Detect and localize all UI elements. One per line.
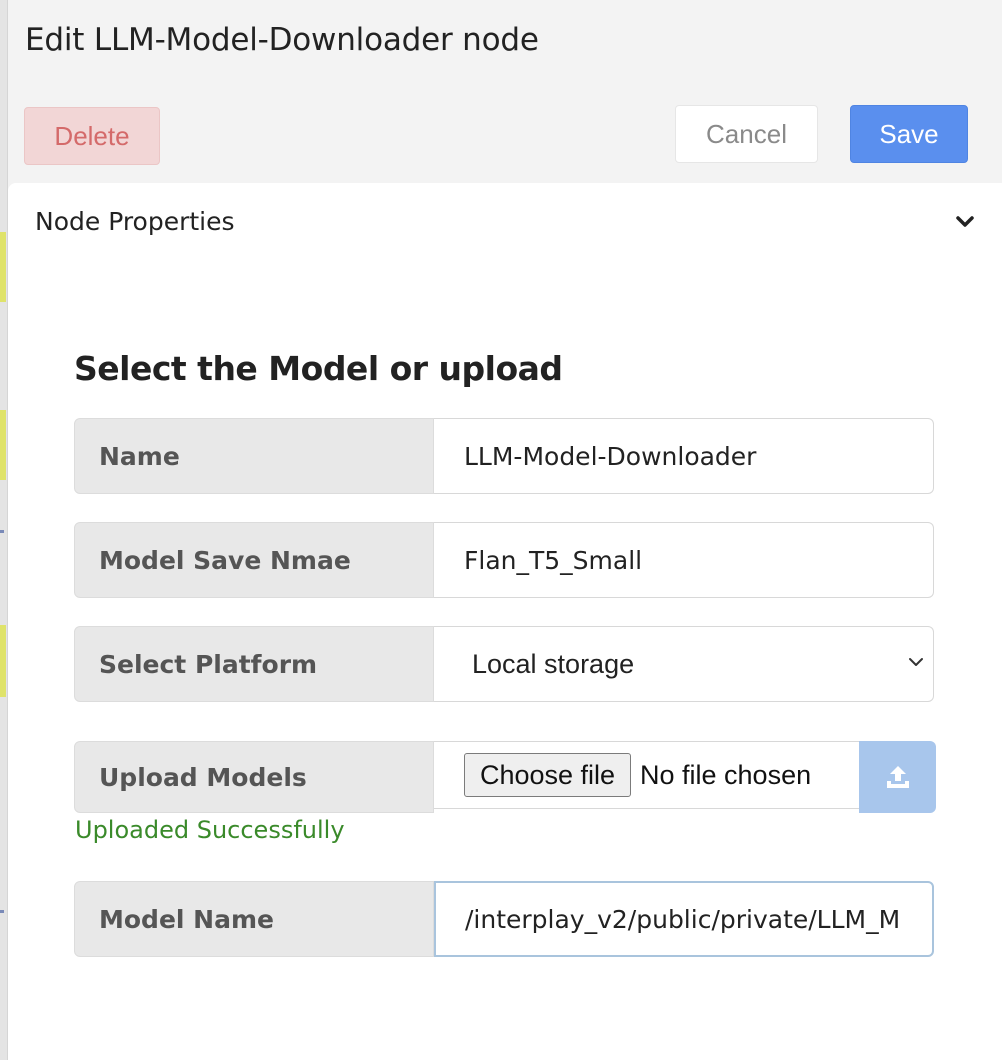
delete-button[interactable]: Delete (24, 107, 160, 165)
canvas-node-marker (0, 232, 6, 302)
upload-icon (886, 766, 909, 788)
chevron-down-icon[interactable] (954, 213, 976, 231)
canvas-node-marker (0, 625, 6, 697)
platform-selected-value: Local storage (472, 648, 635, 679)
dialog-header: Edit LLM-Model-Downloader node Delete Ca… (8, 0, 1002, 183)
name-input[interactable]: LLM-Model-Downloader (434, 418, 934, 494)
background-canvas-strip (0, 0, 8, 1060)
upload-status-message: Uploaded Successfully (75, 816, 345, 844)
form-heading: Select the Model or upload (74, 349, 563, 388)
name-label: Name (74, 418, 434, 494)
platform-label: Select Platform (74, 626, 434, 702)
name-row: Name LLM-Model-Downloader (74, 418, 934, 494)
section-title[interactable]: Node Properties (35, 207, 235, 236)
dialog-title: Edit LLM-Model-Downloader node (25, 22, 539, 58)
canvas-connector-dot (0, 530, 4, 533)
dialog-body: Node Properties Select the Model or uplo… (8, 183, 1002, 1060)
upload-models-row: Upload Models Choose file No file chosen (74, 741, 936, 813)
platform-row: Select Platform Local storage (74, 626, 934, 702)
cancel-button[interactable]: Cancel (675, 105, 818, 163)
choose-file-button[interactable]: Choose file (464, 753, 631, 797)
model-save-name-label: Model Save Nmae (74, 522, 434, 598)
canvas-connector-dot (0, 910, 4, 913)
upload-models-label: Upload Models (74, 741, 434, 813)
file-status-text: No file chosen (640, 759, 812, 790)
save-button[interactable]: Save (850, 105, 968, 163)
model-name-row: Model Name /interplay_v2/public/private/… (74, 881, 934, 957)
upload-button[interactable] (859, 741, 936, 813)
platform-select[interactable]: Local storage (434, 626, 934, 702)
chevron-down-icon (909, 658, 923, 666)
canvas-node-marker (0, 410, 6, 480)
model-name-input[interactable]: /interplay_v2/public/private/LLM_M (434, 881, 934, 957)
model-save-name-input[interactable]: Flan_T5_Small (434, 522, 934, 598)
model-name-label: Model Name (74, 881, 434, 957)
model-save-name-row: Model Save Nmae Flan_T5_Small (74, 522, 934, 598)
file-input[interactable]: Choose file No file chosen (434, 741, 859, 809)
